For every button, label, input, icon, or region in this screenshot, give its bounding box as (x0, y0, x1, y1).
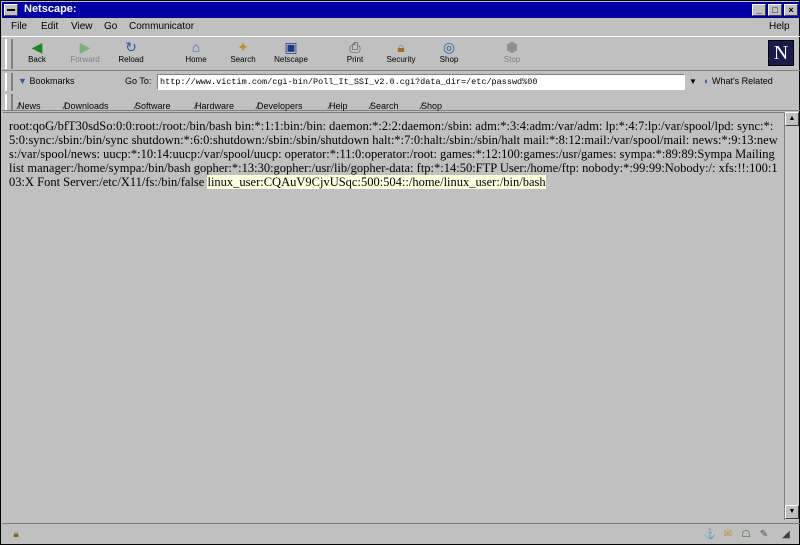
menu-help[interactable]: Help (769, 21, 790, 32)
resize-grip-icon[interactable]: ◢ (778, 528, 794, 541)
shop-button[interactable]: ◎ Shop (422, 39, 476, 71)
menu-edit[interactable]: Edit (41, 21, 58, 32)
forward-arrow-icon: ▶ (79, 39, 91, 55)
composer-icon[interactable]: ✎ (756, 528, 772, 541)
minimize-button[interactable]: _ (752, 4, 766, 16)
navigator-icon[interactable]: ⚓ (702, 528, 718, 541)
back-arrow-icon: ◀ (31, 39, 43, 55)
title-bar: Netscape: _ □ × (2, 2, 800, 18)
netscape-logo[interactable]: N (768, 40, 794, 66)
personal-toolbar: ⁄ News ⁄ Downloads ⁄ Software ⁄ Hardware… (2, 93, 800, 111)
url-input[interactable]: http://www.victim.com/cgi-bin/Poll_It_SS… (157, 74, 685, 90)
menu-communicator[interactable]: Communicator (129, 21, 194, 32)
stop-icon: ⬢ (505, 39, 519, 55)
url-dropdown-icon[interactable]: ▼ (687, 74, 699, 90)
passwd-output: root:qoG/bfT30sdSo:0:0:root:/root:/bin/b… (9, 119, 779, 189)
whats-related-icon: ◐ (704, 76, 710, 86)
home-button[interactable]: ⌂ Home (169, 39, 223, 71)
discussion-icon[interactable]: ☖ (738, 528, 754, 541)
browser-window: Netscape: _ □ × File Edit View Go Commun… (0, 0, 800, 545)
location-toolbar: ▼ Bookmarks Go To: http://www.victim.com… (2, 72, 800, 92)
goto-label: Go To: (125, 76, 152, 86)
status-bar: 🔒︎ ⚓ ✉ ☖ ✎ ◢ (2, 523, 800, 545)
shop-icon: ◎ (442, 39, 456, 55)
window-title: Netscape: (24, 3, 77, 15)
location-grip[interactable] (5, 73, 13, 91)
security-status-icon[interactable]: 🔒︎ (8, 528, 24, 541)
whats-related-button[interactable]: ◐ What's Related (704, 76, 773, 86)
lock-icon: 🔒︎ (397, 39, 405, 55)
security-button[interactable]: 🔒︎ Security (374, 39, 428, 71)
navigation-toolbar: ◀ Back ▶ Forward ↻ Reload ⌂ Home ✦ Searc… (2, 36, 800, 71)
vertical-scrollbar[interactable]: ▲ ▼ (784, 112, 799, 520)
menu-go[interactable]: Go (104, 21, 117, 32)
scroll-down-icon[interactable]: ▼ (785, 505, 799, 519)
search-icon: ✦ (237, 39, 249, 55)
menu-bar: File Edit View Go Communicator Help (2, 18, 800, 36)
search-button[interactable]: ✦ Search (216, 39, 270, 71)
close-button[interactable]: × (784, 4, 798, 16)
stop-button[interactable]: ⬢ Stop (485, 39, 539, 71)
bookmarks-button[interactable]: ▼ Bookmarks (18, 76, 74, 86)
reload-icon: ↻ (125, 39, 137, 55)
netscape-button[interactable]: ▣ Netscape (264, 39, 318, 71)
print-icon: ⎙ (349, 39, 361, 55)
personal-grip[interactable] (5, 94, 13, 110)
home-icon: ⌂ (191, 39, 201, 55)
window-menu-button[interactable] (4, 4, 18, 16)
bookmark-icon: ▼ (18, 76, 27, 86)
mail-icon[interactable]: ✉ (720, 528, 736, 541)
menu-view[interactable]: View (71, 21, 93, 32)
page-content: root:qoG/bfT30sdSo:0:0:root:/root:/bin/b… (3, 112, 784, 520)
back-button[interactable]: ◀ Back (10, 39, 64, 71)
scroll-up-icon[interactable]: ▲ (785, 112, 799, 126)
netscape-icon: ▣ (284, 39, 298, 55)
reload-button[interactable]: ↻ Reload (104, 39, 158, 71)
maximize-button[interactable]: □ (768, 4, 782, 16)
highlighted-passwd-entry: linux_user:CQAuV9CjvUSqc:500:504::/home/… (207, 175, 546, 189)
menu-file[interactable]: File (11, 21, 27, 32)
